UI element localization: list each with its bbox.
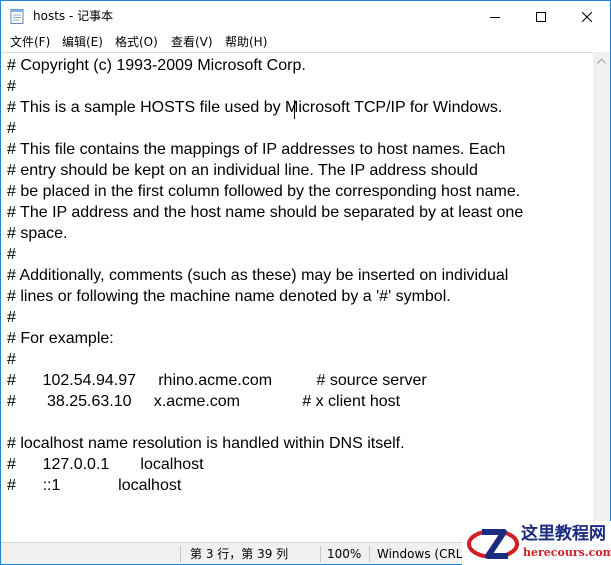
line-ending: Windows (CRLF) (377, 547, 475, 561)
menu-edit[interactable]: 编辑(E) (62, 34, 103, 50)
status-divider (369, 546, 370, 562)
maximize-icon (536, 11, 546, 22)
maximize-button[interactable] (518, 1, 564, 32)
watermark-site: herecours.com (523, 546, 611, 559)
zoom-level: 100% (327, 547, 362, 561)
minimize-icon (490, 16, 500, 18)
menu-bar: 文件(F) 编辑(E) 格式(O) 查看(V) 帮助(H) (1, 32, 610, 52)
scrollbar-track[interactable] (597, 71, 606, 531)
menu-file[interactable]: 文件(F) (10, 34, 50, 50)
close-button[interactable] (564, 1, 610, 32)
window-title: hosts - 记事本 (33, 9, 114, 23)
close-icon (582, 11, 592, 22)
minimize-button[interactable] (472, 1, 518, 32)
watermark-name: 这里教程网 (521, 524, 606, 544)
watermark-logo-icon (467, 529, 519, 559)
document-text[interactable]: # Copyright (c) 1993-2009 Microsoft Corp… (7, 55, 523, 496)
status-divider (320, 546, 321, 562)
scroll-up-button[interactable] (593, 52, 610, 69)
menu-view[interactable]: 查看(V) (171, 34, 213, 50)
site-watermark: 这里教程网 herecours.com (462, 521, 611, 565)
text-caret (294, 100, 295, 119)
chevron-up-icon (597, 57, 606, 64)
text-editor-area[interactable]: # Copyright (c) 1993-2009 Microsoft Corp… (1, 52, 593, 543)
menu-format[interactable]: 格式(O) (115, 34, 158, 50)
cursor-position: 第 3 行，第 39 列 (190, 547, 289, 561)
menu-help[interactable]: 帮助(H) (225, 34, 267, 50)
title-bar[interactable]: hosts - 记事本 (1, 1, 610, 32)
vertical-scrollbar[interactable] (593, 52, 610, 542)
notepad-window: hosts - 记事本 文件(F) 编辑(E) 格式(O) 查看(V) 帮助(H… (0, 0, 611, 565)
notepad-icon (10, 8, 24, 24)
status-divider (180, 546, 181, 562)
